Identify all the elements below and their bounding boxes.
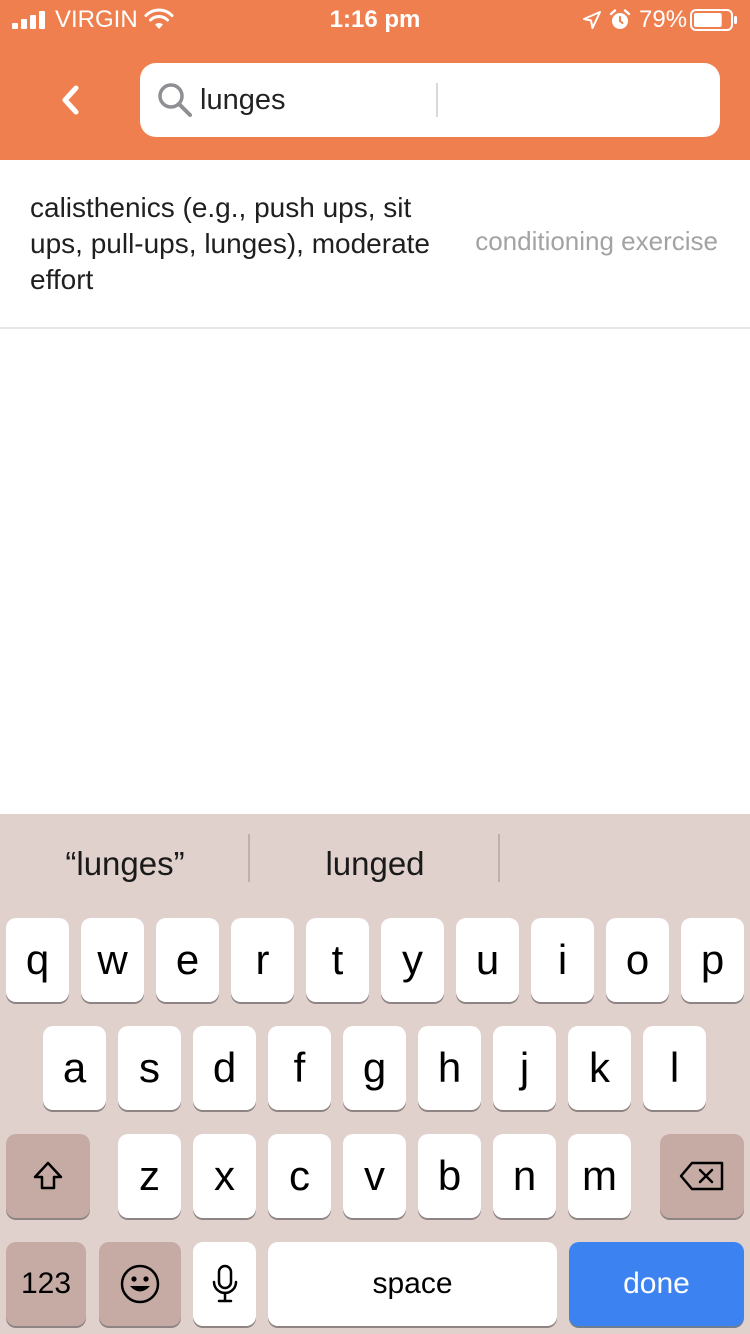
key-l[interactable]: l [643,1026,706,1110]
key-e[interactable]: e [156,918,219,1002]
key-v[interactable]: v [343,1134,406,1218]
app-screen: VIRGIN 1:16 pm 79% lunges calisthenics (… [0,0,750,1334]
keyboard: “lunges” lunged q w e r t y u i o p a s … [0,814,750,1334]
shift-icon [33,1161,63,1190]
key-x[interactable]: x [193,1134,256,1218]
key-h[interactable]: h [418,1026,481,1110]
key-q[interactable]: q [6,918,69,1002]
key-j[interactable]: j [493,1026,556,1110]
key-u[interactable]: u [456,918,519,1002]
key-k[interactable]: k [568,1026,631,1110]
search-icon [158,83,192,117]
location-arrow-icon [583,11,601,29]
emoji-key[interactable] [99,1242,181,1326]
shift-key[interactable] [6,1134,90,1218]
done-key[interactable]: done [569,1242,744,1326]
key-c[interactable]: c [268,1134,331,1218]
key-r[interactable]: r [231,918,294,1002]
key-i[interactable]: i [531,918,594,1002]
key-a[interactable]: a [43,1026,106,1110]
numbers-key[interactable]: 123 [6,1242,86,1326]
result-category: conditioning exercise [475,226,718,256]
status-time: 1:16 pm [329,6,421,33]
suggestion-2[interactable]: lunged [250,814,500,914]
key-b[interactable]: b [418,1134,481,1218]
key-g[interactable]: g [343,1026,406,1110]
key-w[interactable]: w [81,918,144,1002]
microphone-icon [212,1264,237,1303]
key-d[interactable]: d [193,1026,256,1110]
back-button[interactable] [40,70,100,130]
backspace-icon [679,1161,724,1191]
search-box[interactable] [140,63,720,137]
key-m[interactable]: m [568,1134,631,1218]
alarm-icon [609,9,631,29]
battery-icon [690,9,737,31]
key-z[interactable]: z [118,1134,181,1218]
chevron-left-icon [62,85,79,115]
key-f[interactable]: f [268,1026,331,1110]
result-title: calisthenics (e.g., push ups, sit ups, p… [30,192,430,295]
suggestion-3[interactable] [500,814,750,914]
text-caret [436,83,438,117]
list-item[interactable]: calisthenics (e.g., push ups, sit ups, p… [0,160,750,329]
delete-key[interactable] [660,1134,744,1218]
dictation-key[interactable] [193,1242,256,1326]
battery-percent: 79% [639,6,688,33]
emoji-icon [120,1264,160,1304]
key-o[interactable]: o [606,918,669,1002]
search-input[interactable] [200,77,700,123]
status-bar: VIRGIN 1:16 pm 79% [0,0,750,40]
key-n[interactable]: n [493,1134,556,1218]
header: VIRGIN 1:16 pm 79% [0,0,750,160]
suggestion-1[interactable]: “lunges” [0,814,250,914]
space-key[interactable]: space [268,1242,557,1326]
key-t[interactable]: t [306,918,369,1002]
key-y[interactable]: y [381,918,444,1002]
key-s[interactable]: s [118,1026,181,1110]
key-p[interactable]: p [681,918,744,1002]
